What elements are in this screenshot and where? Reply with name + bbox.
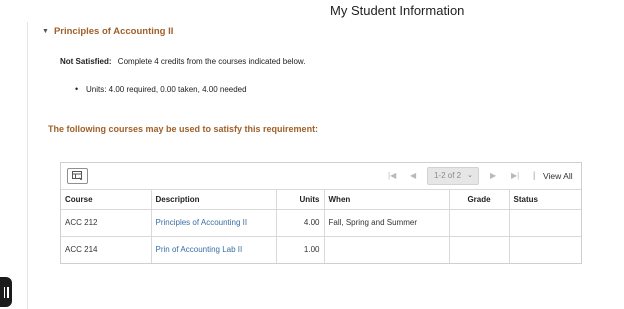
course-description-link[interactable]: Principles of Accounting II	[151, 209, 277, 237]
first-page-icon[interactable]: |◀	[388, 171, 396, 180]
bullet-icon: •	[75, 84, 79, 94]
top-bar: My Student Information	[0, 0, 624, 22]
last-page-icon[interactable]: ▶|	[511, 171, 519, 180]
course-when: Fall, Spring and Summer	[324, 209, 450, 237]
course-code: ACC 214	[61, 236, 152, 263]
page: My Student Information ▼ Principles of A…	[0, 0, 624, 309]
course-status	[509, 236, 581, 263]
view-all-link[interactable]: View All	[543, 171, 573, 181]
side-handle-icon[interactable]	[0, 277, 12, 307]
column-header-when: When	[324, 190, 450, 210]
column-header-course: Course	[61, 190, 152, 210]
table-row: ACC 212 Principles of Accounting II 4.00…	[61, 209, 581, 237]
previous-page-icon[interactable]: ◀	[410, 171, 416, 180]
units-text: Units: 4.00 required, 0.00 taken, 4.00 n…	[86, 85, 247, 94]
app-title: My Student Information	[330, 3, 465, 18]
table-row: ACC 214 Prin of Accounting Lab II 1.00	[61, 236, 581, 263]
section-header[interactable]: ▼ Principles of Accounting II	[42, 26, 173, 37]
personalize-grid-icon	[72, 171, 83, 180]
course-when	[324, 236, 450, 263]
course-grade	[449, 236, 510, 263]
course-status	[509, 209, 581, 237]
course-units: 1.00	[276, 236, 325, 263]
column-header-grade: Grade	[449, 190, 510, 210]
requirement-status: Not Satisfied: Complete 4 credits from t…	[60, 57, 305, 66]
caret-down-icon[interactable]: ▼	[42, 28, 49, 35]
chevron-down-icon: ⌄	[467, 172, 473, 179]
table-header-row: Course Description Units When Grade Stat…	[61, 190, 581, 210]
column-header-status: Status	[509, 190, 581, 210]
left-divider	[27, 22, 28, 309]
courses-table: Course Description Units When Grade Stat…	[61, 190, 581, 263]
column-header-description: Description	[151, 190, 277, 210]
section-title[interactable]: Principles of Accounting II	[54, 26, 173, 37]
page-range-select[interactable]: 1-2 of 2 ⌄	[427, 167, 479, 185]
personalize-grid-button[interactable]	[67, 168, 88, 184]
page-range-value: 1-2 of 2	[434, 171, 462, 180]
grid-toolbar: |◀ ◀ 1-2 of 2 ⌄ ▶ ▶| | View All	[61, 163, 581, 190]
next-page-icon[interactable]: ▶	[490, 171, 496, 180]
status-label: Not Satisfied:	[60, 57, 112, 66]
course-grade	[449, 209, 510, 237]
toolbar-separator: |	[533, 170, 536, 180]
courses-grid: |◀ ◀ 1-2 of 2 ⌄ ▶ ▶| | View All Course D…	[60, 162, 582, 264]
course-code: ACC 212	[61, 209, 152, 237]
course-units: 4.00	[276, 209, 325, 237]
courses-heading: The following courses may be used to sat…	[48, 124, 319, 134]
units-summary: • Units: 4.00 required, 0.00 taken, 4.00…	[75, 84, 247, 94]
column-header-units: Units	[276, 190, 325, 210]
status-text: Complete 4 credits from the courses indi…	[117, 57, 306, 66]
course-description-link[interactable]: Prin of Accounting Lab II	[151, 236, 277, 263]
